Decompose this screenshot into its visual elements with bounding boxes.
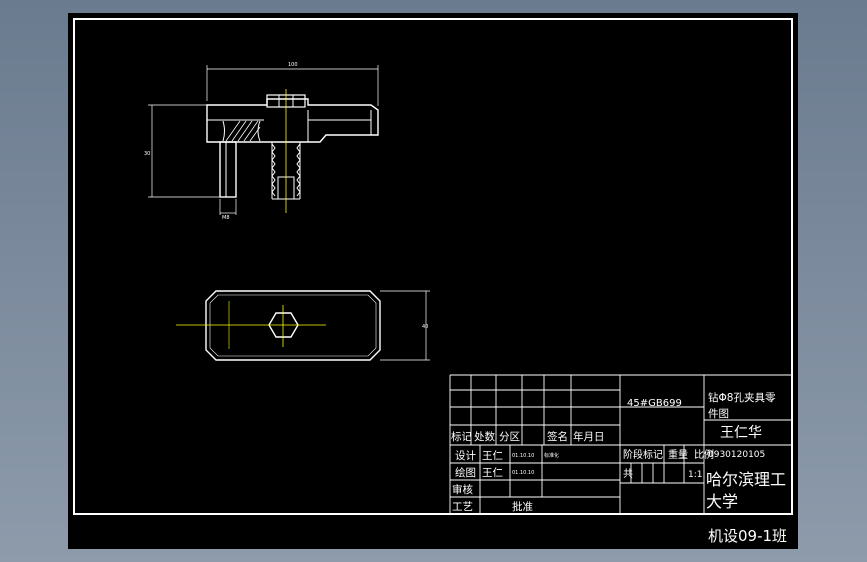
tb-scale-label: 比例 xyxy=(694,448,714,461)
tb-row-design-std: 标准化 xyxy=(544,452,559,459)
tb-designer-name: 王仁华 xyxy=(720,425,762,441)
section-hatching xyxy=(225,120,261,142)
tb-sheet-label: 共 xyxy=(623,468,633,480)
front-view xyxy=(206,89,379,213)
tb-school-line1: 哈尔滨理工 xyxy=(706,470,786,489)
tb-row-design: 设计 xyxy=(455,449,476,462)
tb-scale-value: 1:1 xyxy=(688,470,702,480)
tb-hdr-sign: 签名 xyxy=(547,430,568,443)
tb-row-draw-name: 王仁 xyxy=(482,467,503,479)
plan-view xyxy=(176,290,381,361)
cad-drawing: 100 30 M8 40 45#GB699 钻Φ8孔夹具零 件图 王仁华 093… xyxy=(73,18,793,545)
tb-hdr-count: 处数 xyxy=(474,430,495,443)
tb-row-approve: 批准 xyxy=(512,500,533,513)
front-dimensions xyxy=(148,65,379,215)
drawing-sheet: 100 30 M8 40 45#GB699 钻Φ8孔夹具零 件图 王仁华 093… xyxy=(68,13,798,549)
tb-row-draw-date: 01.10.10 xyxy=(512,470,534,476)
dim-pin-size: M8 xyxy=(222,215,230,221)
support-pin xyxy=(219,141,237,198)
tb-stage-label: 阶段标记 xyxy=(623,448,663,461)
plan-outline xyxy=(205,290,381,361)
dim-front-length: 100 xyxy=(288,62,298,68)
drawing-border xyxy=(73,18,793,515)
tb-part-title-line2: 件图 xyxy=(708,408,729,420)
dim-plan-height: 40 xyxy=(422,324,428,330)
tb-weight-label: 重量 xyxy=(668,448,688,461)
tb-school-line2: 大学 xyxy=(706,492,738,511)
tb-row-draw: 绘图 xyxy=(455,466,476,479)
tb-row-process: 工艺 xyxy=(452,501,473,513)
tb-hdr-mark: 标记 xyxy=(451,431,472,443)
tb-part-title-line1: 钻Φ8孔夹具零 xyxy=(708,391,776,404)
tb-hdr-date: 年月日 xyxy=(573,430,605,443)
tb-row-design-name: 王仁 xyxy=(482,450,503,462)
tb-student-id: 0930120105 xyxy=(708,450,765,460)
tb-row-check: 审核 xyxy=(452,483,473,496)
tb-hdr-zone: 分区 xyxy=(499,431,520,443)
dim-front-height: 30 xyxy=(144,151,150,157)
tb-material: 45#GB699 xyxy=(627,398,682,409)
tb-row-design-date: 01.10.10 xyxy=(512,453,534,459)
tb-class-name: 机设09-1班 xyxy=(708,527,787,545)
